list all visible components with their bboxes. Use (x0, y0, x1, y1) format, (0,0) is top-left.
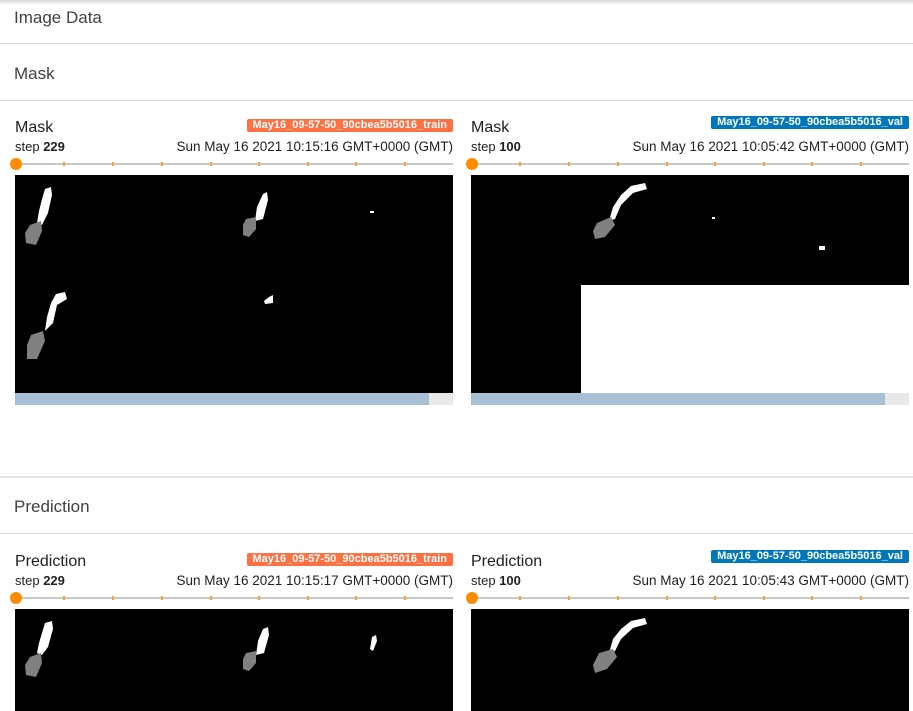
slider-thumb[interactable] (466, 592, 478, 604)
slider-tick (355, 596, 357, 600)
section-divider (0, 476, 913, 478)
mask-image[interactable] (471, 175, 909, 393)
slider-tick (714, 162, 716, 166)
step-value: 229 (43, 573, 65, 588)
slider-tick (860, 596, 862, 600)
horizontal-scrollbar[interactable] (471, 393, 909, 405)
slider-thumb[interactable] (466, 158, 478, 170)
run-tag: May16_09-57-50_90cbea5b5016_train (246, 119, 453, 132)
step-slider[interactable] (466, 592, 909, 604)
card-title: Mask (471, 119, 510, 136)
slider-tick (161, 162, 163, 166)
section-divider (0, 100, 913, 101)
step-value: 100 (499, 573, 521, 588)
slider-tick (210, 162, 212, 166)
slider-thumb[interactable] (10, 158, 22, 170)
card-title: Mask (15, 119, 54, 136)
section-title-mask[interactable]: Mask (0, 64, 913, 84)
slider-tick (63, 162, 65, 166)
horizontal-scrollbar[interactable] (15, 393, 453, 405)
slider-tick (404, 162, 406, 166)
run-tag: May16_09-57-50_90cbea5b5016_val (711, 116, 909, 129)
timestamp: Sun May 16 2021 10:05:43 GMT+0000 (GMT) (632, 573, 909, 588)
slider-tick (763, 596, 765, 600)
slider-tick (617, 596, 619, 600)
mask-image-content (25, 187, 374, 359)
run-tag: May16_09-57-50_90cbea5b5016_train (246, 553, 453, 566)
slider-tick (112, 596, 114, 600)
slider-tick (210, 596, 212, 600)
slider-track (471, 597, 909, 599)
prediction-image[interactable] (471, 609, 909, 711)
step-slider[interactable] (10, 592, 453, 604)
prediction-image[interactable] (15, 609, 453, 711)
scrollbar-thumb[interactable] (471, 393, 885, 405)
step-slider[interactable] (466, 158, 909, 170)
slider-tick (811, 596, 813, 600)
slider-track (471, 163, 909, 165)
page-title: Image Data (14, 8, 102, 27)
step-slider[interactable] (10, 158, 453, 170)
slider-tick (811, 162, 813, 166)
slider-track (15, 163, 453, 165)
slider-tick (860, 162, 862, 166)
card-title: Prediction (471, 553, 543, 570)
slider-tick (404, 596, 406, 600)
slider-tick (307, 596, 309, 600)
run-tag: May16_09-57-50_90cbea5b5016_val (711, 550, 909, 563)
slider-tick (568, 162, 570, 166)
timestamp: Sun May 16 2021 10:05:42 GMT+0000 (GMT) (632, 139, 909, 154)
card-title: Prediction (15, 553, 87, 570)
slider-tick (714, 596, 716, 600)
slider-tick (258, 162, 260, 166)
slider-tick (666, 596, 668, 600)
slider-tick (519, 596, 521, 600)
slider-tick (63, 596, 65, 600)
slider-tick (666, 162, 668, 166)
slider-thumb[interactable] (10, 592, 22, 604)
prediction-image-content (593, 618, 647, 673)
step-value: 100 (499, 139, 521, 154)
slider-tick (112, 162, 114, 166)
top-shadow (0, 0, 913, 4)
slider-tick (355, 162, 357, 166)
step-value: 229 (43, 139, 65, 154)
step-label: step 229 (15, 573, 65, 588)
slider-track (15, 597, 453, 599)
slider-tick (763, 162, 765, 166)
slider-tick (568, 596, 570, 600)
step-label: step 100 (471, 573, 521, 588)
step-label: step 100 (471, 139, 521, 154)
mask-image-content (581, 183, 909, 393)
prediction-image-content (25, 621, 377, 677)
slider-tick (307, 162, 309, 166)
mask-image[interactable] (15, 175, 453, 393)
step-label: step 229 (15, 139, 65, 154)
timestamp: Sun May 16 2021 10:15:17 GMT+0000 (GMT) (176, 573, 453, 588)
slider-tick (519, 162, 521, 166)
section-divider (0, 533, 913, 534)
timestamp: Sun May 16 2021 10:15:16 GMT+0000 (GMT) (176, 139, 453, 154)
scrollbar-thumb[interactable] (15, 393, 429, 405)
section-title-prediction[interactable]: Prediction (0, 497, 913, 517)
slider-tick (617, 162, 619, 166)
slider-tick (161, 596, 163, 600)
header-divider (0, 43, 913, 44)
slider-tick (258, 596, 260, 600)
